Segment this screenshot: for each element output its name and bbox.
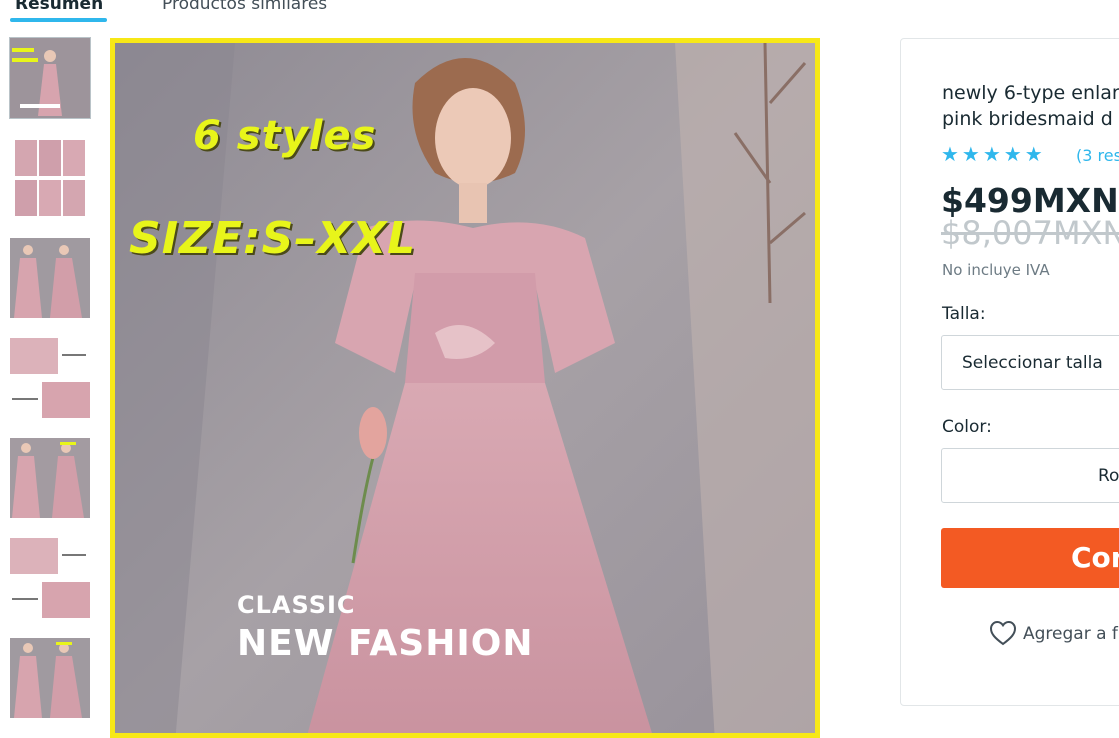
color-select[interactable]: Ro (941, 448, 1119, 503)
product-tabs: Resumen Productos similares (0, 0, 1119, 24)
tab-similar-label: Productos similares (162, 0, 328, 14)
size-label: Talla: (942, 304, 986, 324)
color-select-value: Ro (1098, 466, 1119, 486)
tab-summary-label: Resumen (15, 0, 104, 14)
thumbnail-2[interactable] (10, 138, 90, 218)
reviews-link[interactable]: (3 res (1076, 146, 1119, 165)
color-label: Color: (942, 417, 992, 437)
product-title-line-2: pink bridesmaid d (942, 108, 1113, 130)
buy-button-label: Con (1071, 541, 1119, 574)
thumbnail-7[interactable] (10, 638, 90, 718)
thumbnail-5[interactable] (10, 438, 90, 518)
buy-button[interactable]: Con (941, 528, 1119, 588)
rating-stars: ★★★★★ (941, 142, 1046, 166)
thumbnail-6[interactable] (10, 538, 90, 618)
tab-similar-products[interactable]: Productos similares (162, 0, 327, 14)
main-product-image[interactable]: 6 styles SIZE:S–XXL CLASSIC NEW FASHION (110, 38, 820, 738)
original-price: $8,007MXN (941, 214, 1119, 252)
product-title-line-1: newly 6-type enlar (942, 82, 1119, 104)
styles-overlay-text: 6 styles (193, 113, 377, 159)
new-fashion-overlay-text: NEW FASHION (237, 623, 534, 664)
product-title: newly 6-type enlar pink bridesmaid d (942, 80, 1119, 132)
thumbnail-1[interactable] (9, 37, 91, 119)
size-select-value: Seleccionar talla (962, 353, 1103, 373)
size-select[interactable]: Seleccionar talla (941, 335, 1119, 390)
wishlist-label: Agregar a f (1023, 624, 1118, 644)
thumbnail-4[interactable] (10, 338, 90, 418)
size-overlay-text: SIZE:S–XXL (129, 213, 417, 264)
thumbnail-3[interactable] (10, 238, 90, 318)
tax-note: No incluye IVA (942, 261, 1050, 279)
classic-overlay-text: CLASSIC (237, 591, 356, 619)
purchase-panel: newly 6-type enlar pink bridesmaid d ★★★… (900, 38, 1119, 706)
active-tab-underline (10, 18, 107, 22)
tab-summary[interactable]: Resumen (10, 0, 107, 22)
heart-icon (989, 620, 1017, 646)
